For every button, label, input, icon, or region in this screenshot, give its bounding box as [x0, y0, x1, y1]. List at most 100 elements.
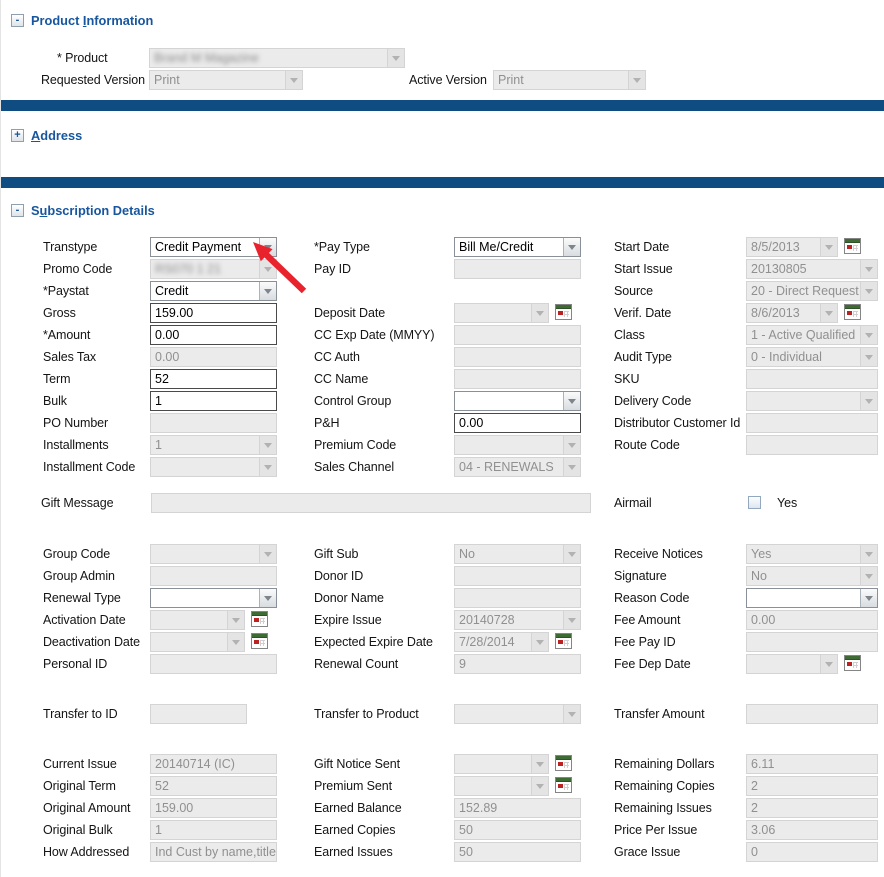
field-start-date-value: 8/5/2013: [747, 238, 820, 256]
label-donor-name: Donor Name: [314, 591, 384, 605]
chevron-down-icon: [264, 465, 272, 470]
field-premium-sent: [454, 776, 549, 796]
field-remaining-issues: 2: [746, 798, 878, 818]
subscription-details-title: Subscription Details: [31, 203, 155, 218]
field-reason-code[interactable]: [746, 588, 878, 608]
field-signature-value: No: [747, 567, 860, 585]
label-earned-balance: Earned Balance: [314, 801, 402, 815]
label-deposit-date: Deposit Date: [314, 306, 385, 320]
product-information-collapse-button[interactable]: -: [11, 14, 24, 27]
label-promo-code: Promo Code: [43, 262, 112, 276]
premium-code-dropdown-button: [563, 436, 580, 454]
field-start-date: 8/5/2013: [746, 237, 838, 257]
section-divider-bar: [1, 177, 884, 188]
field-gift-sub: No: [454, 544, 581, 564]
field-control-group[interactable]: [454, 391, 581, 411]
expire-issue-dropdown-button: [563, 611, 580, 629]
field-amount[interactable]: 0.00: [150, 325, 277, 345]
field-cc-exp-date-mmyy: [454, 325, 581, 345]
premium-sent-dropdown-button: [531, 777, 548, 795]
field-grace-issue: 0: [746, 842, 878, 862]
chevron-down-icon: [264, 443, 272, 448]
pay-type-dropdown-button[interactable]: [563, 238, 580, 256]
field-activation-date-value: [151, 611, 227, 629]
deposit-date-calendar-button[interactable]: [555, 304, 574, 322]
verif-date-calendar-button[interactable]: [844, 304, 863, 322]
chevron-down-icon: [865, 267, 873, 272]
field-promo-code-value: RS070 1 21: [151, 260, 259, 278]
field-term-value: 52: [151, 370, 276, 388]
label-receive-notices: Receive Notices: [614, 547, 703, 561]
field-row: How AddressedInd Cust by name,title,tEar…: [1, 842, 884, 864]
field-sales-tax-value: 0.00: [151, 348, 276, 366]
field-row: PO NumberP&H0.00Distributor Customer Id: [1, 413, 884, 435]
label-control-group: Control Group: [314, 394, 391, 408]
expected-expire-date-dropdown-button: [531, 633, 548, 651]
field-row: Original Bulk1Earned Copies50Price Per I…: [1, 820, 884, 842]
label-audit-type: Audit Type: [614, 350, 672, 364]
field-delivery-code: [746, 391, 878, 411]
field-pay-id: [454, 259, 581, 279]
premium-sent-calendar-button[interactable]: [555, 777, 574, 795]
field-remaining-copies: 2: [746, 776, 878, 796]
field-remaining-dollars-value: 6.11: [747, 755, 877, 773]
field-original-term: 52: [150, 776, 277, 796]
activation-date-calendar-button[interactable]: [251, 611, 270, 629]
field-earned-issues: 50: [454, 842, 581, 862]
calendar-icon: [844, 238, 861, 254]
deactivation-date-calendar-button[interactable]: [251, 633, 270, 651]
field-p-h[interactable]: 0.00: [454, 413, 581, 433]
field-earned-issues-value: 50: [455, 843, 580, 861]
field-gross[interactable]: 159.00: [150, 303, 277, 323]
field-renewal-type[interactable]: [150, 588, 277, 608]
signature-dropdown-button: [860, 567, 877, 585]
calendar-icon: [844, 655, 861, 671]
field-bulk[interactable]: 1: [150, 391, 277, 411]
field-pay-type[interactable]: Bill Me/Credit: [454, 237, 581, 257]
field-start-issue: 20130805: [746, 259, 878, 279]
field-signature: No: [746, 566, 878, 586]
field-sales-channel: 04 - RENEWALS: [454, 457, 581, 477]
address-header: + Address: [11, 128, 82, 143]
label-active-version: Active Version: [409, 73, 487, 87]
label-cc-auth: CC Auth: [314, 350, 360, 364]
gift-notice-sent-calendar-button[interactable]: [555, 755, 574, 773]
control-group-dropdown-button[interactable]: [563, 392, 580, 410]
field-gift-sub-value: No: [455, 545, 563, 563]
field-group-admin: [150, 566, 277, 586]
label-p-h: P&H: [314, 416, 339, 430]
field-row: Promo CodeRS070 1 21Pay IDStart Issue201…: [1, 259, 884, 281]
label-expected-expire-date: Expected Expire Date: [314, 635, 433, 649]
label-original-bulk: Original Bulk: [43, 823, 113, 837]
field-premium-sent-value: [455, 777, 531, 795]
start-date-calendar-button[interactable]: [844, 238, 863, 256]
chevron-down-icon: [865, 574, 873, 579]
fee-dep-date-dropdown-button: [820, 655, 837, 673]
subscription-details-collapse-button[interactable]: -: [11, 204, 24, 217]
renewal-type-dropdown-button[interactable]: [259, 589, 276, 607]
field-row: Original Amount159.00Earned Balance152.8…: [1, 798, 884, 820]
field-premium-code-value: [455, 436, 563, 454]
reason-code-dropdown-button[interactable]: [860, 589, 877, 607]
address-expand-button[interactable]: +: [11, 129, 24, 142]
expected-expire-date-calendar-button[interactable]: [555, 633, 574, 651]
field-term[interactable]: 52: [150, 369, 277, 389]
field-transfer-to-product: [454, 704, 581, 724]
label-installments: Installments: [43, 438, 109, 452]
label-sku: SKU: [614, 372, 639, 386]
field-installment-code-value: [151, 458, 259, 476]
airmail-checkbox[interactable]: [748, 496, 761, 509]
gift-sub-dropdown-button: [563, 545, 580, 563]
field-class-value: 1 - Active Qualified: [747, 326, 860, 344]
fee-dep-date-calendar-button[interactable]: [844, 655, 863, 673]
field-activation-date: [150, 610, 245, 630]
field-row: Renewal TypeDonor NameReason Code: [1, 588, 884, 610]
class-dropdown-button: [860, 326, 877, 344]
field-current-issue-value: 20140714 (IC): [151, 755, 276, 773]
field-cc-name: [454, 369, 581, 389]
field-current-issue: 20140714 (IC): [150, 754, 277, 774]
field-renewal-type-value: [151, 589, 259, 607]
field-original-bulk-value: 1: [151, 821, 276, 839]
chevron-down-icon: [825, 311, 833, 316]
field-how-addressed-value: Ind Cust by name,title,t: [151, 843, 276, 861]
